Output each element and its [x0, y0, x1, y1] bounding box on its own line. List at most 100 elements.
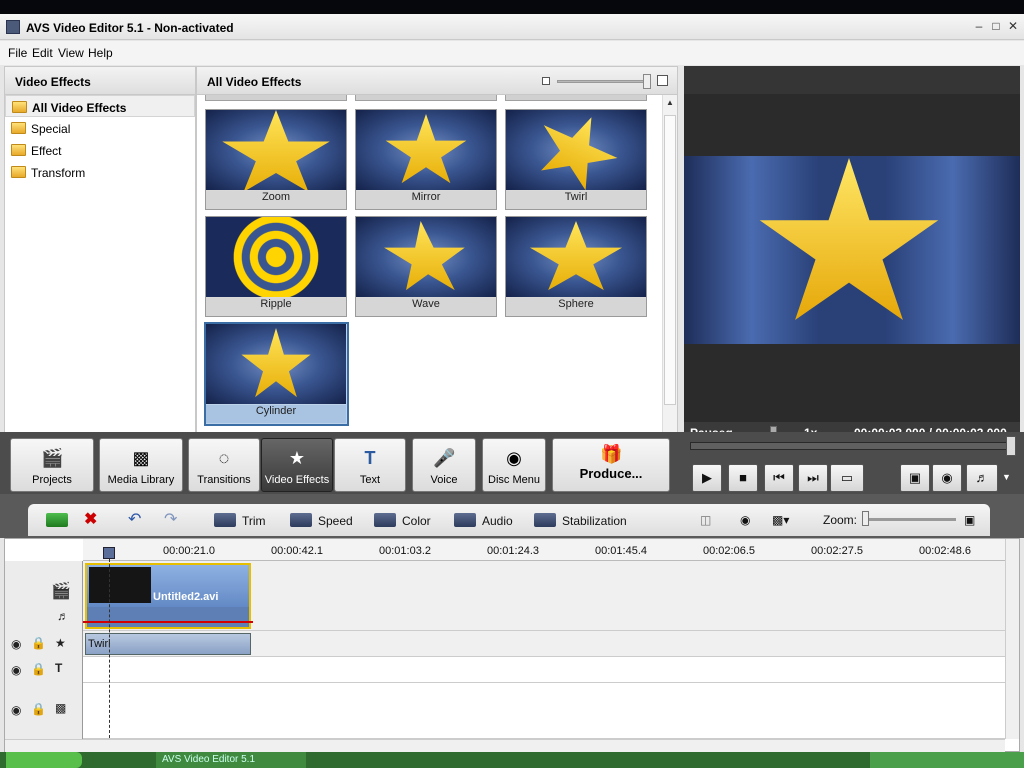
lock-icon[interactable]: 🔒	[31, 662, 46, 676]
thumbnail-small-icon[interactable]	[542, 77, 550, 85]
disc-menu-button[interactable]: ◉ Disc Menu	[482, 438, 546, 492]
play-icon[interactable]: ▶	[692, 464, 722, 492]
text-icon: T	[364, 448, 376, 468]
effect-tile-ripple[interactable]: Ripple	[205, 216, 347, 317]
stabilization-button[interactable]: Stabilization	[534, 513, 627, 528]
effect-tile-cylinder[interactable]: Cylinder	[204, 322, 349, 426]
import-icon[interactable]	[46, 513, 74, 528]
screen-capture-icon[interactable]: ▩▾	[772, 513, 789, 527]
menu-help[interactable]: Help	[88, 46, 113, 60]
start-button[interactable]	[6, 752, 82, 768]
eye-icon[interactable]: ◉	[11, 663, 21, 677]
clip-name: Untitled2.avi	[153, 591, 219, 603]
effect-label: Zoom	[206, 191, 346, 209]
text-button[interactable]: T Text	[334, 438, 406, 492]
menu-file[interactable]: File	[8, 46, 27, 60]
transitions-button[interactable]: ◌ Transitions	[188, 438, 260, 492]
voice-button[interactable]: 🎤 Voice	[412, 438, 476, 492]
category-special[interactable]: Special	[5, 117, 195, 139]
clapperboard-icon: 🎬	[51, 583, 71, 600]
preview-panel: Pauseg 1x 00:00:03.000 / 00:00:03.000	[684, 66, 1020, 444]
eye-icon[interactable]: ◉	[11, 637, 21, 651]
volume-dropdown-icon[interactable]: ▼	[1002, 472, 1011, 482]
playhead-line	[109, 549, 110, 743]
title-bar: AVS Video Editor 5.1 - Non-activated – □…	[0, 14, 1024, 40]
trim-button[interactable]: Trim	[214, 513, 266, 528]
eye-icon[interactable]: ◉	[11, 703, 21, 717]
zoom-label: Zoom:	[823, 513, 858, 527]
lock-icon[interactable]: 🔒	[31, 702, 46, 716]
video-track-header: 🎬 ♬	[5, 561, 83, 631]
projects-button[interactable]: 🎬 Projects	[10, 438, 94, 492]
scroll-thumb[interactable]	[664, 115, 676, 405]
effect-label: Twirl	[506, 191, 646, 209]
timeline-vertical-scrollbar[interactable]	[1005, 539, 1019, 739]
seek-handle[interactable]	[1006, 436, 1016, 456]
effect-tile-sphere[interactable]: Sphere	[505, 216, 647, 317]
category-transform[interactable]: Transform	[5, 161, 195, 183]
produce-button[interactable]: 🎁 Produce...	[552, 438, 670, 492]
minimize-icon[interactable]: –	[972, 19, 986, 33]
volume-icon[interactable]: ♬	[966, 464, 998, 492]
time-ruler[interactable]: 00:00:21.0 00:00:42.1 00:01:03.2 00:01:2…	[83, 539, 1005, 561]
timeline-zoom-slider[interactable]	[866, 518, 956, 521]
stop-icon[interactable]: ■	[728, 464, 758, 492]
partial-tile	[355, 95, 497, 101]
monitor-icon[interactable]: ▣	[900, 464, 930, 492]
folder-icon	[11, 166, 26, 178]
split-icon[interactable]: ◫	[700, 513, 711, 527]
window-title: AVS Video Editor 5.1 - Non-activated	[26, 21, 234, 35]
effect-label: Mirror	[356, 191, 496, 209]
previous-frame-icon[interactable]: ⏮	[764, 464, 794, 492]
timeline-zoom-handle[interactable]	[862, 511, 869, 526]
timeline-horizontal-scrollbar[interactable]	[5, 739, 1005, 753]
lock-icon[interactable]: 🔒	[31, 636, 46, 650]
gallery-scrollbar[interactable]: ▲ ▼	[662, 95, 677, 443]
playhead-handle[interactable]	[103, 547, 115, 559]
effect-tile-zoom[interactable]: Zoom	[205, 109, 347, 210]
scroll-up-icon[interactable]: ▲	[666, 98, 674, 107]
effect-tile-twirl[interactable]: Twirl	[505, 109, 647, 210]
fit-timeline-icon[interactable]: ▣	[964, 513, 975, 527]
overlay-track-lane[interactable]	[83, 683, 1005, 739]
snapshot-camera-icon[interactable]: ◉	[932, 464, 962, 492]
text-track-lane[interactable]	[83, 657, 1005, 683]
menu-edit[interactable]: Edit	[32, 46, 53, 60]
speed-button[interactable]: Speed	[290, 513, 353, 528]
close-icon[interactable]: ✕	[1006, 19, 1020, 33]
thumbnail-size-handle[interactable]	[643, 74, 651, 89]
redo-icon[interactable]: ↷	[164, 509, 177, 529]
thumbnail-large-icon[interactable]	[657, 75, 668, 86]
effect-clip-label: Twirl	[88, 638, 111, 650]
maximize-icon[interactable]: □	[989, 19, 1003, 33]
delete-icon[interactable]: ✖	[84, 509, 97, 529]
next-frame-icon[interactable]: ⏭	[798, 464, 828, 492]
partial-tile	[505, 95, 647, 101]
seek-bar[interactable]	[690, 442, 1016, 450]
effect-label: Cylinder	[206, 405, 346, 423]
effect-tile-wave[interactable]: Wave	[355, 216, 497, 317]
undo-icon[interactable]: ↶	[128, 509, 141, 529]
category-all-video-effects[interactable]: All Video Effects	[5, 95, 195, 117]
effects-track-header: ◉ 🔒 ★	[5, 631, 83, 657]
media-library-button[interactable]: ▩ Media Library	[99, 438, 183, 492]
fullscreen-toggle-icon[interactable]: ▭	[830, 464, 864, 492]
effect-label: Sphere	[506, 298, 646, 316]
folder-icon	[11, 144, 26, 156]
color-button[interactable]: Color	[374, 513, 431, 528]
thumbnail-size-slider[interactable]	[557, 80, 649, 83]
effects-track-icon: ★	[55, 636, 66, 650]
speed-icon	[290, 513, 312, 527]
clip-audio-waveform	[87, 607, 249, 627]
menu-view[interactable]: View	[58, 46, 84, 60]
webcam-icon[interactable]: ◉	[740, 513, 750, 527]
video-effects-button[interactable]: ★ Video Effects	[261, 438, 333, 492]
ruler-tick: 00:00:42.1	[271, 545, 323, 557]
speaker-icon[interactable]: ♬	[57, 609, 69, 623]
audio-button[interactable]: Audio	[454, 513, 513, 528]
category-effect[interactable]: Effect	[5, 139, 195, 161]
effect-thumbnail	[206, 110, 346, 190]
effect-tile-mirror[interactable]: Mirror	[355, 109, 497, 210]
color-icon	[374, 513, 396, 527]
taskbar-app-button[interactable]: AVS Video Editor 5.1	[156, 752, 306, 768]
